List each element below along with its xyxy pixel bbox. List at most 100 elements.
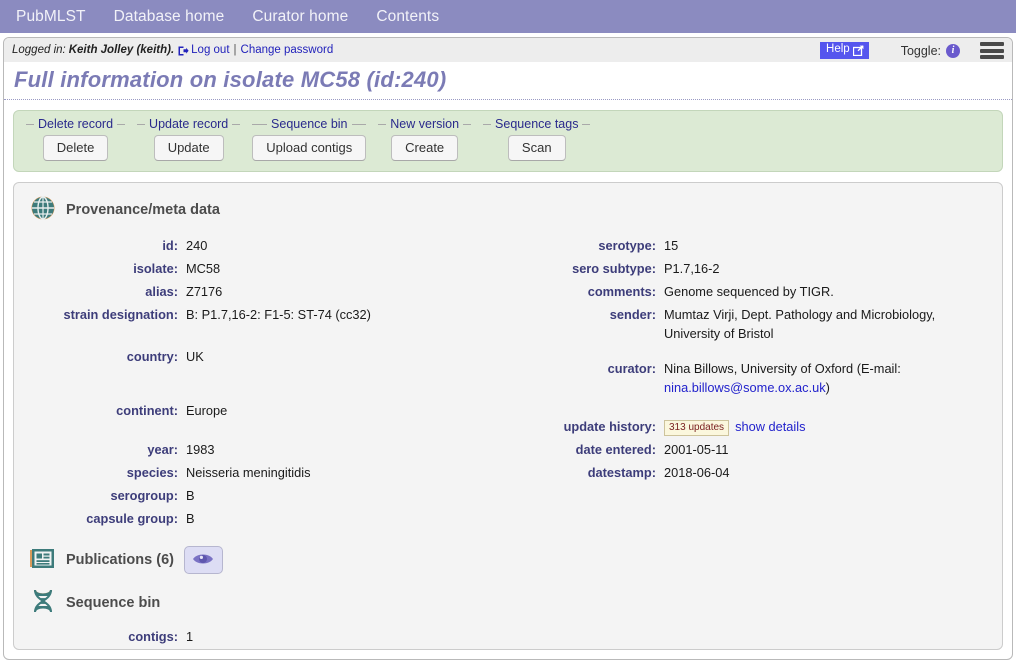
legend-line-right <box>117 123 126 125</box>
field-label-id: id: <box>162 238 178 253</box>
toolbar-legend: New version <box>378 117 472 131</box>
field-label-year: year: <box>147 442 178 457</box>
legend-line-left <box>137 123 146 125</box>
provenance-fields: id: 240 serotype: 15 isolate: MC58 sero … <box>14 234 1002 530</box>
field-value-serogroup: B <box>186 488 195 503</box>
toolbar-legend-label: Sequence tags <box>495 117 579 131</box>
field-label-sender: sender: <box>609 307 656 322</box>
field-value-contigs: 1 <box>186 629 194 644</box>
update-button[interactable]: Update <box>153 135 224 161</box>
field-value-update-history: 313 updates show details <box>664 399 1002 438</box>
nav-item-pubmlst[interactable]: PubMLST <box>10 8 100 26</box>
spacer-cell <box>664 507 1002 530</box>
publications-title: Publications (6) <box>66 552 174 568</box>
delete-button[interactable]: Delete <box>42 135 109 161</box>
field-label-strain-designation: strain designation: <box>63 307 178 322</box>
login-info: Logged in: Keith Jolley (keith). Log out… <box>12 44 333 56</box>
globe-icon <box>30 195 56 224</box>
field-value-species: Neisseria meningitidis <box>186 465 311 480</box>
field-label-sero-subtype: sero subtype: <box>572 261 656 276</box>
toolbar-legend-label: Update record <box>149 117 229 131</box>
toolbar-legend: Sequence bin <box>252 117 367 131</box>
toggle-label: Toggle: <box>900 43 941 58</box>
field-value-country: UK <box>186 349 204 364</box>
upload-contigs-button[interactable]: Upload contigs <box>252 135 367 161</box>
logout-link[interactable]: Log out <box>191 44 229 56</box>
scan-button[interactable]: Scan <box>507 135 566 161</box>
logged-in-username: Keith Jolley (keith). <box>68 44 175 56</box>
field-label-contigs: contigs: <box>128 629 178 644</box>
help-button[interactable]: Help <box>820 42 869 59</box>
curator-text-prefix: Nina Billows, University of Oxford (E-ma… <box>664 361 901 376</box>
toolbar-legend: Sequence tags <box>483 117 591 131</box>
help-button-label: Help <box>826 43 850 56</box>
show-publications-button[interactable] <box>183 546 223 574</box>
toolbar-legend-label: Sequence bin <box>271 117 348 131</box>
spacer-cell <box>516 484 664 507</box>
legend-line-left <box>252 123 268 125</box>
field-value-strain-designation: B: P1.7,16-2: F1-5: ST-74 (cc32) <box>186 307 371 322</box>
change-password-link[interactable]: Change password <box>241 44 334 56</box>
hamburger-menu-icon[interactable] <box>980 42 1004 59</box>
toolbar-legend-label: Delete record <box>38 117 114 131</box>
hamburger-bar <box>980 55 1004 59</box>
login-status-bar: Logged in: Keith Jolley (keith). Log out… <box>4 38 1012 63</box>
spacer-cell <box>664 484 1002 507</box>
field-value-capsule-group: B <box>186 511 195 526</box>
field-label-length: length: <box>14 648 186 649</box>
hamburger-bar <box>980 42 1004 46</box>
field-value-date-entered: 2001-05-11 <box>664 442 729 457</box>
field-value-continent: Europe <box>186 403 228 418</box>
field-label-country: country: <box>126 349 178 364</box>
toolbar-group-sequence-bin: Sequence bin Upload contigs <box>252 114 367 171</box>
field-label-serogroup: serogroup: <box>110 488 178 503</box>
field-value-serotype: 15 <box>664 238 679 253</box>
hamburger-bar <box>980 48 1004 53</box>
info-icon[interactable]: i <box>946 43 960 58</box>
provenance-title: Provenance/meta data <box>66 201 220 218</box>
status-bar-actions: Help Toggle: i <box>820 38 1004 63</box>
spacer-cell <box>664 625 1002 648</box>
field-value-length: 2272360 bp <box>186 648 516 649</box>
create-button[interactable]: Create <box>391 135 459 161</box>
legend-line-right <box>351 123 367 125</box>
field-value-datestamp: 2018-06-04 <box>664 465 730 480</box>
publications-section-header: Publications (6) <box>14 546 1002 574</box>
legend-line-right <box>232 123 241 125</box>
field-label-serotype: serotype: <box>598 238 656 253</box>
field-label-capsule-group: capsule group: <box>86 511 178 526</box>
top-navigation-bar: PubMLST Database home Curator home Conte… <box>0 0 1016 33</box>
nav-item-contents[interactable]: Contents <box>362 8 453 26</box>
field-label-alias: alias: <box>145 284 178 299</box>
sequence-bin-title: Sequence bin <box>66 594 161 611</box>
legend-line-left <box>26 123 34 125</box>
toolbar-legend: Update record <box>137 117 241 131</box>
field-value-id: 240 <box>186 238 208 253</box>
toolbar-group-new-version: New version Create <box>378 114 472 171</box>
toolbar-legend-label: New version <box>390 117 460 131</box>
legend-line-left <box>483 123 492 125</box>
logged-in-label: Logged in: <box>12 44 66 56</box>
show-details-link[interactable]: show details <box>735 419 805 434</box>
nav-item-curator-home[interactable]: Curator home <box>238 8 362 26</box>
dna-icon <box>30 588 56 617</box>
page-frame: Logged in: Keith Jolley (keith). Log out… <box>3 37 1013 660</box>
spacer-cell <box>516 625 664 648</box>
external-link-icon <box>852 44 864 56</box>
legend-line-right <box>463 123 472 125</box>
field-label-update-history: update history: <box>563 419 656 434</box>
toggle-control[interactable]: Toggle: i <box>900 43 960 58</box>
field-value-isolate: MC58 <box>186 261 221 276</box>
field-value-curator: Nina Billows, University of Oxford (E-ma… <box>664 345 964 399</box>
logout-icon <box>178 46 189 56</box>
page-title: Full information on isolate MC58 (id:240… <box>4 63 1012 100</box>
field-value-sero-subtype: P1.7,16-2 <box>664 261 720 276</box>
nav-item-database-home[interactable]: Database home <box>100 8 239 26</box>
newspaper-icon <box>30 548 56 573</box>
sequence-bin-fields: contigs: 1 length: 2272360 bp loci tagge… <box>14 625 1002 649</box>
curator-email-link[interactable]: nina.billows@some.ox.ac.uk <box>664 380 826 395</box>
spacer-cell <box>516 507 664 530</box>
field-value-alias: Z7176 <box>186 284 223 299</box>
update-count-badge: 313 updates <box>664 420 730 436</box>
action-toolbar: Delete record Delete Update record Updat… <box>13 110 1003 172</box>
